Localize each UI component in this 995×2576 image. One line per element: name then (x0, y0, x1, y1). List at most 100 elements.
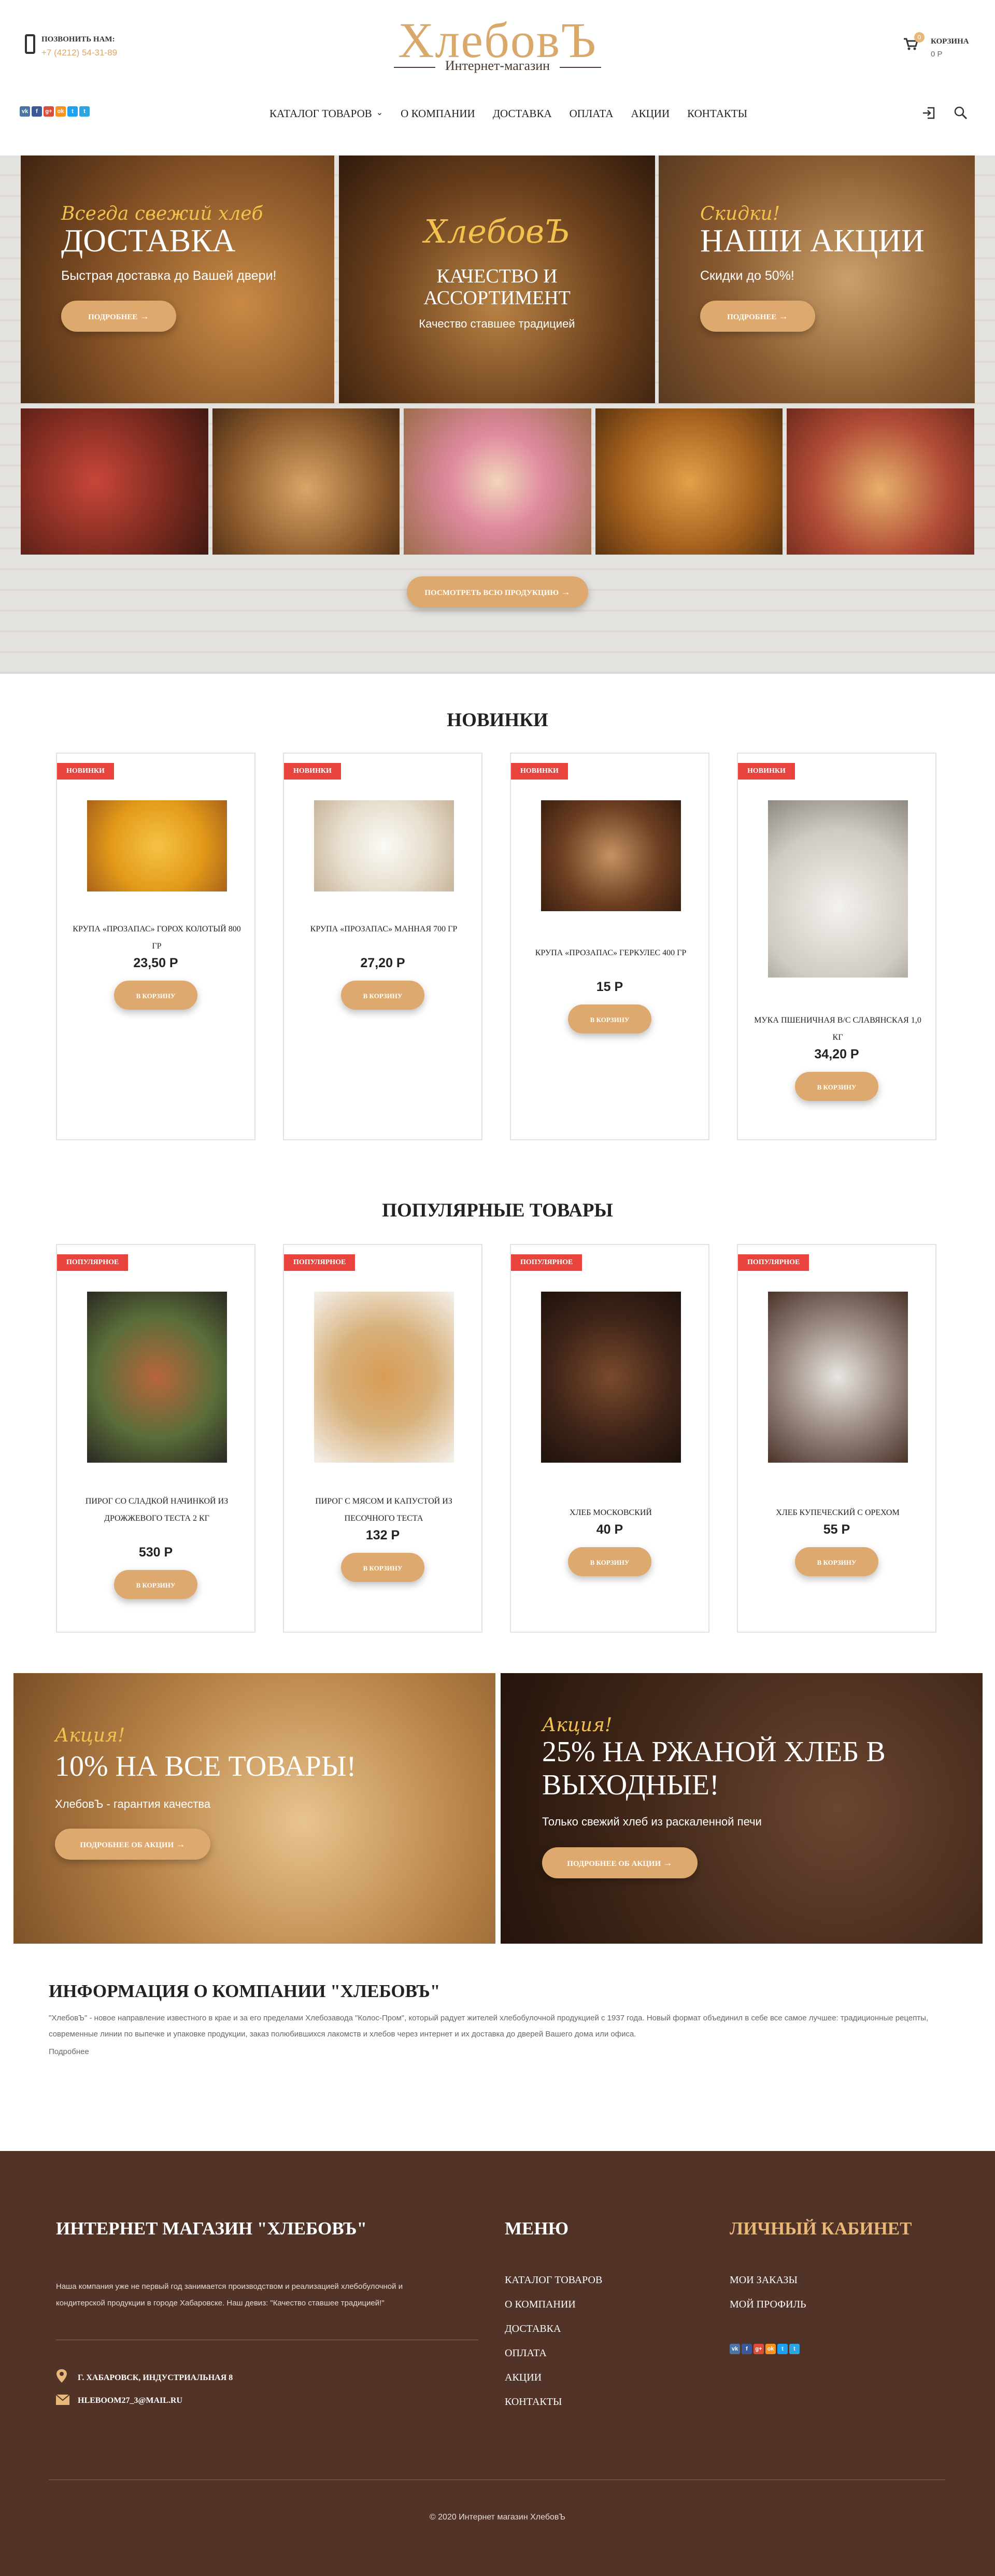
add-to-cart-button[interactable]: В КОРЗИНУ (114, 981, 197, 1010)
product-badge: НОВИНКИ (57, 763, 114, 780)
product-card[interactable]: ПОПУЛЯРНОЕ Хлеб купеческий с орехом 55 Р В … (737, 1244, 936, 1633)
category-tiles (21, 408, 974, 555)
banner-title: КАЧЕСТВО И АССОРТИМЕНТ (423, 265, 571, 309)
nav-item-5[interactable]: КОНТАКТЫ (687, 107, 747, 120)
product-price: 27,20 Р (360, 956, 405, 970)
copyright: © 2020 Интернет магазин ХлебовЪ (429, 2513, 566, 2522)
footer-shop-text: Наша компания уже не первый год занимает… (56, 2282, 403, 2308)
social-2-icon[interactable]: g+ (44, 106, 54, 117)
nav-item-4[interactable]: АКЦИИ (631, 107, 670, 120)
login-icon[interactable] (921, 106, 936, 120)
add-to-cart-button[interactable]: В КОРЗИНУ (795, 1072, 878, 1101)
nav-item-0[interactable]: КАТАЛОГ ТОВАРОВ (269, 107, 372, 120)
nav-item-2[interactable]: ДОСТАВКА (493, 107, 552, 120)
tile-bagels[interactable] (595, 408, 783, 555)
add-to-cart-button[interactable]: В КОРЗИНУ (114, 1570, 197, 1599)
social-1-icon[interactable]: f (742, 2344, 752, 2354)
product-name[interactable]: Хлеб Московский (527, 1504, 695, 1521)
cart-label[interactable]: КОРЗИНА (931, 37, 969, 46)
social-2-icon[interactable]: g+ (754, 2344, 764, 2354)
product-image[interactable] (768, 800, 908, 978)
main-nav: КАТАЛОГ ТОВАРОВ ⌄ О КОМПАНИИ ДОСТАВКА ОПЛАТА… (269, 107, 747, 120)
tile-pies[interactable] (787, 408, 974, 555)
promo-more-button[interactable]: ПОДРОБНЕЕ ОБ АКЦИИ (542, 1847, 698, 1878)
location-icon (56, 2369, 67, 2383)
add-to-cart-button[interactable]: В КОРЗИНУ (568, 1004, 651, 1034)
banner-delivery[interactable]: Всегда свежий хлеб ДОСТАВКА Быстрая дост… (21, 155, 334, 403)
product-name[interactable]: Крупа «ПРОЗАПАС» Горох колотый 800 гр (73, 921, 241, 955)
social-0-icon[interactable]: vk (730, 2344, 740, 2354)
nav-item-3[interactable]: ОПЛАТА (570, 107, 614, 120)
banner-script: ХлебовЪ (424, 213, 570, 250)
product-card[interactable]: НОВИНКИ Мука пшеничная в/с славянская 1,0… (737, 753, 936, 1140)
footer-menu-item[interactable]: ОПЛАТА (505, 2347, 547, 2359)
promo-subtitle: ХлебовЪ - гарантия качества (55, 1797, 211, 1810)
product-image[interactable] (541, 800, 681, 911)
product-image[interactable] (87, 1292, 227, 1463)
product-name[interactable]: Крупа «ПРОЗАПАС» Геркулес 400 гр (527, 944, 695, 961)
product-card[interactable]: ПОПУЛЯРНОЕ Пирог с мясом и капустой из пе… (283, 1244, 482, 1633)
product-image[interactable] (768, 1292, 908, 1463)
add-to-cart-button[interactable]: В КОРЗИНУ (341, 1553, 424, 1582)
view-all-products-button[interactable]: ПОСМОТРЕТЬ ВСЮ ПРОДУКЦИЮ (407, 576, 588, 607)
footer-menu-item[interactable]: ДОСТАВКА (505, 2323, 561, 2335)
banner-sales[interactable]: Скидки! НАШИ АКЦИИ Скидки до 50%! ПОДРОБ… (659, 155, 975, 403)
tile-pastries[interactable] (404, 408, 591, 555)
product-name[interactable]: Пирог с мясом и капустой из песочного те… (300, 1493, 468, 1527)
new-section-title: НОВИНКИ (447, 710, 548, 731)
tile-berry-pie[interactable] (21, 408, 208, 555)
product-card[interactable]: ПОПУЛЯРНОЕ Пирог со сладкой начинкой из д… (56, 1244, 255, 1633)
product-image[interactable] (314, 1292, 454, 1463)
social-4-icon[interactable]: t (67, 106, 78, 117)
product-price: 132 Р (365, 1528, 400, 1542)
product-badge: ПОПУЛЯРНОЕ (511, 1254, 582, 1271)
social-3-icon[interactable]: ok (55, 106, 66, 117)
footer-cabinet-item[interactable]: МОЙ ПРОФИЛЬ (730, 2299, 806, 2311)
add-to-cart-button[interactable]: В КОРЗИНУ (568, 1547, 651, 1576)
social-1-icon[interactable]: f (32, 106, 42, 117)
product-price: 15 Р (596, 980, 623, 994)
product-card[interactable]: ПОПУЛЯРНОЕ Хлеб Московский 40 Р В КОРЗИНУ (510, 1244, 709, 1633)
promo-banner-10[interactable]: Акция! 10% НА ВСЕ ТОВАРЫ! ХлебовЪ - гара… (13, 1673, 495, 1944)
product-price: 530 Р (138, 1545, 173, 1560)
footer-menu-item[interactable]: О КОМПАНИИ (505, 2299, 576, 2311)
tile-bread[interactable] (212, 408, 400, 555)
product-name[interactable]: Мука пшеничная в/с славянская 1,0 кг (754, 1012, 922, 1046)
banner-more-button[interactable]: ПОДРОБНЕЕ (61, 301, 176, 332)
product-card[interactable]: НОВИНКИ Крупа «ПРОЗАПАС» Геркулес 400 гр 1… (510, 753, 709, 1140)
footer-menu-item[interactable]: АКЦИИ (505, 2372, 542, 2384)
product-card[interactable]: НОВИНКИ Крупа «ПРОЗАПАС» Манная 700 гр 27,… (283, 753, 482, 1140)
social-4-icon[interactable]: t (777, 2344, 788, 2354)
social-5-icon[interactable]: t (79, 106, 90, 117)
product-name[interactable]: Хлеб купеческий с орехом (754, 1504, 922, 1521)
social-0-icon[interactable]: vk (20, 106, 30, 117)
footer-email[interactable]: HLEBOOM27_3@MAIL.RU (78, 2393, 182, 2409)
search-icon[interactable] (954, 106, 968, 120)
social-5-icon[interactable]: t (789, 2344, 800, 2354)
promo-banner-25[interactable]: Акция! 25% НА РЖАНОЙ ХЛЕБ В ВЫХОДНЫЕ! То… (501, 1673, 983, 1944)
product-name[interactable]: Крупа «ПРОЗАПАС» Манная 700 гр (300, 921, 468, 938)
footer-menu-item[interactable]: КАТАЛОГ ТОВАРОВ (505, 2274, 602, 2286)
product-card[interactable]: НОВИНКИ Крупа «ПРОЗАПАС» Горох колотый 80… (56, 753, 255, 1140)
company-info-more-link[interactable]: Подробнее (49, 2047, 89, 2056)
nav-item-1[interactable]: О КОМПАНИИ (401, 107, 475, 120)
footer-social-links: vk f g+ ok t t (730, 2344, 800, 2354)
add-to-cart-button[interactable]: В КОРЗИНУ (341, 981, 424, 1010)
banner-more-button[interactable]: ПОДРОБНЕЕ (700, 301, 815, 332)
social-3-icon[interactable]: ok (765, 2344, 776, 2354)
promo-script: Акция! (542, 1715, 613, 1736)
product-image[interactable] (314, 800, 454, 891)
chevron-down-icon[interactable]: ⌄ (376, 107, 383, 120)
product-image[interactable] (87, 800, 227, 891)
product-name[interactable]: Пирог со сладкой начинкой из дрожжевого … (73, 1493, 241, 1527)
footer-cabinet-item[interactable]: МОИ ЗАКАЗЫ (730, 2274, 798, 2286)
hero-section: Всегда свежий хлеб ДОСТАВКА Быстрая дост… (0, 155, 995, 674)
add-to-cart-button[interactable]: В КОРЗИНУ (795, 1547, 878, 1576)
product-price: 34,20 Р (814, 1047, 859, 1061)
banner-quality[interactable]: ХлебовЪ КАЧЕСТВО И АССОРТИМЕНТ Качество … (339, 155, 655, 403)
product-badge: НОВИНКИ (738, 763, 795, 780)
promo-more-button[interactable]: ПОДРОБНЕЕ ОБ АКЦИИ (55, 1829, 210, 1860)
product-badge: НОВИНКИ (284, 763, 341, 780)
footer-menu-item[interactable]: КОНТАКТЫ (505, 2396, 562, 2408)
product-image[interactable] (541, 1292, 681, 1463)
